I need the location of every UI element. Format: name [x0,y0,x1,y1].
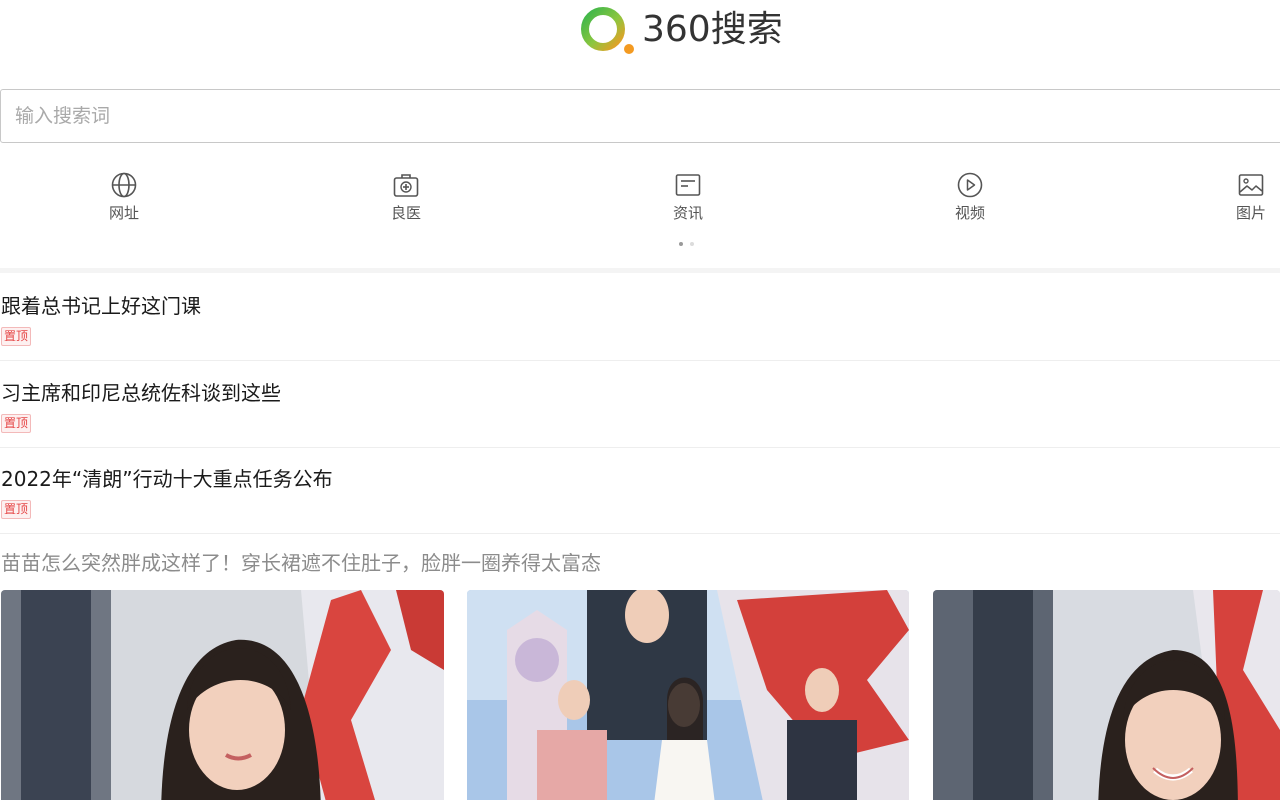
photo-woman-smiling [933,590,1280,800]
news-title[interactable]: 跟着总书记上好这门课 [1,293,201,319]
category-label: 良医 [390,204,421,222]
category-item-video[interactable]: 视频 [930,168,1010,223]
category-item-url[interactable]: 网址 [84,168,164,223]
section-divider [0,268,1280,273]
medical-kit-icon [393,174,419,197]
play-icon [957,172,983,198]
photo-woman-portrait [1,590,444,800]
logo-text: 360搜索 [642,9,783,50]
feed-title[interactable]: 苗苗怎么突然胖成这样了！穿长裙遮不住肚子，脸胖一圈养得太富态 [1,549,601,577]
logo-360-search[interactable]: 360搜索 [580,4,783,56]
category-label: 图片 [1235,204,1266,222]
photo-stage-group [467,590,909,800]
pager-dot-active[interactable] [679,242,683,246]
category-label: 网址 [108,204,139,222]
pager-dot[interactable] [690,242,694,246]
pinned-badge: 置顶 [1,500,32,519]
page: 360搜索 网址 良医 [0,0,1280,800]
category-nav: 网址 良医 资讯 视频 图片 [0,168,1280,238]
category-item-news[interactable]: 资讯 [648,168,728,223]
news-item[interactable]: 习主席和印尼总统佐科谈到这些 置顶 [0,361,1280,448]
category-label: 资讯 [672,204,703,222]
news-title[interactable]: 习主席和印尼总统佐科谈到这些 [1,380,281,406]
news-item[interactable]: 跟着总书记上好这门课 置顶 [0,274,1280,361]
search-input[interactable] [15,90,1255,142]
category-item-doctor[interactable]: 良医 [366,168,446,223]
feed-thumbnail-2[interactable] [467,590,909,800]
search-box[interactable] [0,89,1280,143]
logo-icon [581,7,634,54]
category-item-images[interactable]: 图片 [1211,168,1280,223]
globe-icon [111,172,137,198]
pinned-badge: 置顶 [1,414,32,433]
pinned-badge: 置顶 [1,327,32,346]
image-icon [1238,174,1264,196]
news-item[interactable]: 2022年“清朗”行动十大重点任务公布 置顶 [0,447,1280,534]
category-label: 视频 [954,204,985,222]
feed-thumbnail-1[interactable] [1,590,444,800]
news-title[interactable]: 2022年“清朗”行动十大重点任务公布 [1,466,333,492]
feed-thumbnail-3[interactable] [933,590,1280,800]
news-icon [675,174,701,196]
